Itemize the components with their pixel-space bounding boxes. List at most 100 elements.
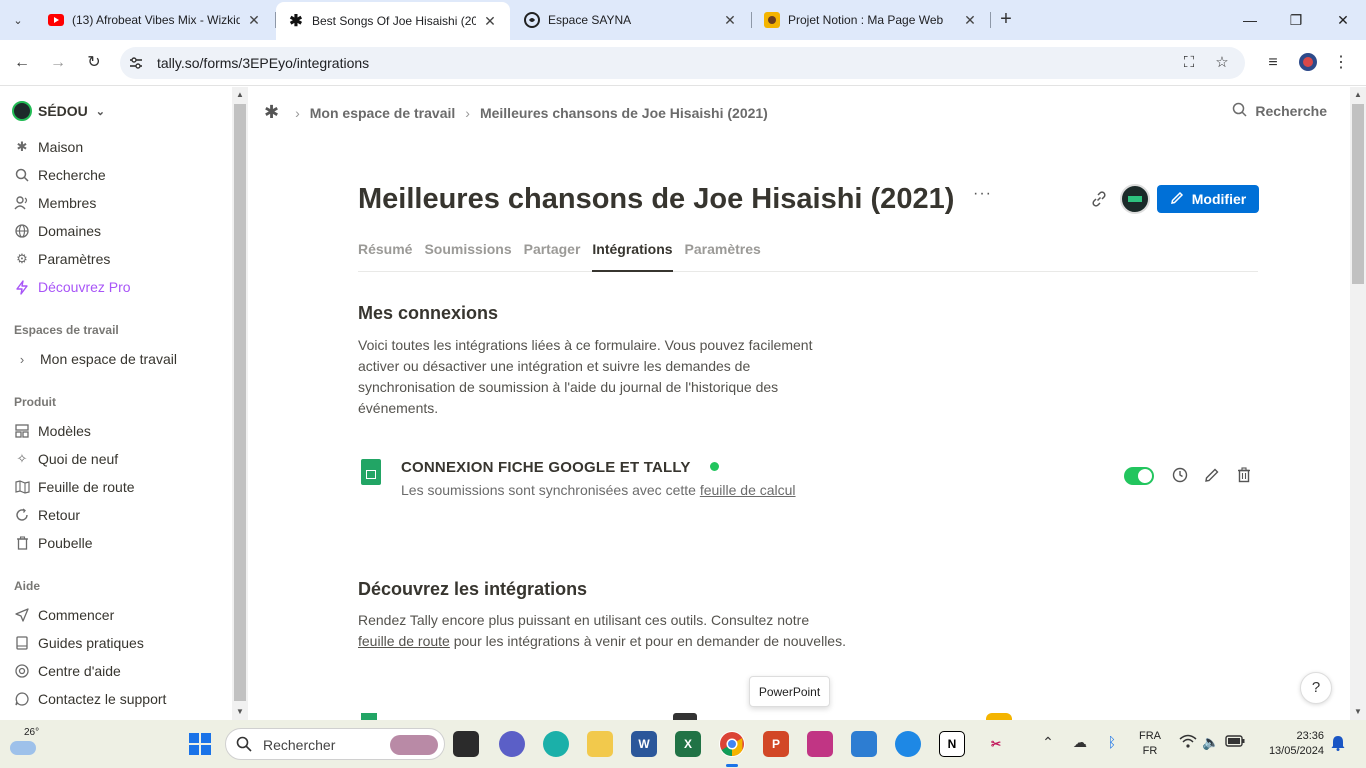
snipping-tool-icon[interactable]: ✂ [983,731,1009,757]
avatar[interactable] [1120,184,1150,214]
window-close-icon[interactable]: ✕ [1333,10,1353,30]
sidebar-scrollbar[interactable]: ▲ ▼ [232,87,248,720]
history-clock-icon[interactable] [1171,467,1189,485]
tab-parametres[interactable]: Paramètres [685,241,761,272]
word-icon[interactable]: W [631,731,657,757]
onedrive-cloud-icon[interactable]: ☁ [1070,734,1090,751]
browser-tab-youtube[interactable]: (13) Afrobeat Vibes Mix - Wizkid ✕ [36,0,274,40]
notification-bell-icon[interactable] [1331,735,1345,751]
taskbar-search[interactable]: Rechercher [225,728,445,760]
profile-avatar-icon[interactable] [1297,52,1319,74]
tab-integrations[interactable]: Intégrations [592,241,673,272]
scroll-up-icon[interactable]: ▲ [1353,90,1363,100]
sidebar-item-label: Feuille de route [38,479,135,495]
trash-icon[interactable] [1235,467,1253,485]
notion-icon[interactable]: N [939,731,965,757]
sidebar-item-support[interactable]: Contactez le support [14,687,166,711]
integration-icon[interactable] [986,713,1012,720]
show-hidden-icons-chevron-icon[interactable]: ⌃ [1038,734,1058,751]
sidebar-item-membres[interactable]: Membres [14,191,96,215]
scroll-down-icon[interactable]: ▼ [1353,707,1363,717]
forward-arrow-icon[interactable]: → [47,52,69,74]
roadmap-link[interactable]: feuille de route [358,633,450,649]
tab-soumissions[interactable]: Soumissions [424,241,511,272]
restore-icon[interactable]: ❐ [1286,10,1306,30]
close-icon[interactable]: ✕ [962,12,978,28]
excel-icon[interactable]: X [675,731,701,757]
minimize-icon[interactable]: — [1240,10,1260,30]
breadcrumb-workspace[interactable]: Mon espace de travail [310,105,456,121]
sidebar-item-modeles[interactable]: Modèles [14,419,91,443]
bluetooth-icon[interactable]: ᛒ [1102,734,1122,750]
weather-widget[interactable]: 26° [8,727,42,761]
scrollbar-thumb[interactable] [234,104,246,701]
sidebar-item-feuille-de-route[interactable]: Feuille de route [14,475,135,499]
help-heading: Aide [14,579,41,593]
sidebar-item-guides[interactable]: Guides pratiques [14,631,144,655]
volume-icon[interactable]: 🔈 [1201,734,1221,751]
close-icon[interactable]: ✕ [246,12,262,28]
photos-icon[interactable] [851,731,877,757]
file-explorer-icon[interactable] [587,731,613,757]
sidebar-item-maison[interactable]: ✱ Maison [14,135,84,159]
battery-icon[interactable] [1225,734,1245,750]
workspace-switcher[interactable]: SÉDOU ⌄ [12,101,105,121]
sidebar-item-commencer[interactable]: Commencer [14,603,114,627]
media-control-icon[interactable]: ≡ [1262,52,1284,74]
translate-icon[interactable]: ⛶ [1180,54,1198,72]
close-icon[interactable]: ✕ [722,12,738,28]
help-button[interactable]: ? [1300,672,1332,704]
scroll-up-icon[interactable]: ▲ [235,90,245,100]
close-icon[interactable]: ✕ [482,13,498,29]
scrollbar-thumb[interactable] [1352,104,1364,284]
integration-icon[interactable] [673,713,697,720]
browser-tab-sayna[interactable]: Espace SAYNA ✕ [512,0,750,40]
teams-chat-icon[interactable] [499,731,525,757]
link-icon[interactable] [1090,190,1108,208]
reload-icon[interactable]: ↻ [83,52,105,74]
app-icon[interactable] [895,731,921,757]
spreadsheet-link[interactable]: feuille de calcul [700,482,796,498]
browser-menu-icon[interactable]: ⋮ [1330,52,1352,74]
instagram-icon[interactable] [807,731,833,757]
sidebar-item-decouvrez-pro[interactable]: Découvrez Pro [14,275,131,299]
breadcrumb-form[interactable]: Meilleures chansons de Joe Hisaishi (202… [480,105,768,121]
tally-logo-icon[interactable]: ✱ [264,102,279,123]
sidebar-item-quoi-de-neuf[interactable]: ✧ Quoi de neuf [14,447,119,471]
task-view-icon[interactable] [453,731,479,757]
wifi-icon[interactable] [1178,734,1198,751]
windows-start-icon[interactable] [189,733,211,755]
more-options-icon[interactable]: ··· [973,185,992,203]
chevron-right-icon[interactable]: › [14,351,30,367]
sidebar-item-domaines[interactable]: Domaines [14,219,101,243]
new-tab-plus-icon[interactable]: + [996,9,1016,30]
bookmark-star-icon[interactable]: ☆ [1213,54,1231,72]
powerpoint-icon[interactable]: P [763,731,789,757]
chrome-icon[interactable] [719,731,745,757]
address-bar[interactable]: tally.so/forms/3EPEyo/integrations ⛶ ☆ [120,47,1245,79]
tab-partager[interactable]: Partager [524,241,581,272]
system-clock[interactable]: 23:36 13/05/2024 [1258,729,1324,759]
sidebar-item-poubelle[interactable]: Poubelle [14,531,93,555]
sidebar-item-retour[interactable]: Retour [14,503,80,527]
sidebar-item-parametres[interactable]: ⚙ Paramètres [14,247,110,271]
edge-icon[interactable] [543,731,569,757]
edit-pencil-icon[interactable] [1203,467,1221,485]
sidebar-item-recherche[interactable]: Recherche [14,163,106,187]
browser-tab-notion[interactable]: Projet Notion : Ma Page Web ✕ [752,0,990,40]
tab-resume[interactable]: Résumé [358,241,412,272]
site-settings-icon[interactable] [128,55,144,71]
sparkle-icon: ✧ [16,451,28,466]
edit-button[interactable]: Modifier [1157,185,1259,213]
main-scrollbar[interactable]: ▲ ▼ [1350,87,1366,720]
connection-toggle[interactable] [1124,467,1154,485]
top-search[interactable]: Recherche [1232,102,1327,120]
language-indicator[interactable]: FRA FR [1139,729,1161,759]
scroll-down-icon[interactable]: ▼ [235,707,245,717]
sidebar-item-centre-aide[interactable]: Centre d'aide [14,659,121,683]
google-sheets-icon[interactable] [361,713,377,720]
tab-search-chevron-icon[interactable]: ⌄ [8,10,28,30]
sidebar-item-workspace[interactable]: › Mon espace de travail [14,347,177,371]
browser-tab-tally[interactable]: ✱ Best Songs Of Joe Hisaishi (2021) ✕ [276,2,510,40]
back-arrow-icon[interactable]: ← [11,52,33,74]
